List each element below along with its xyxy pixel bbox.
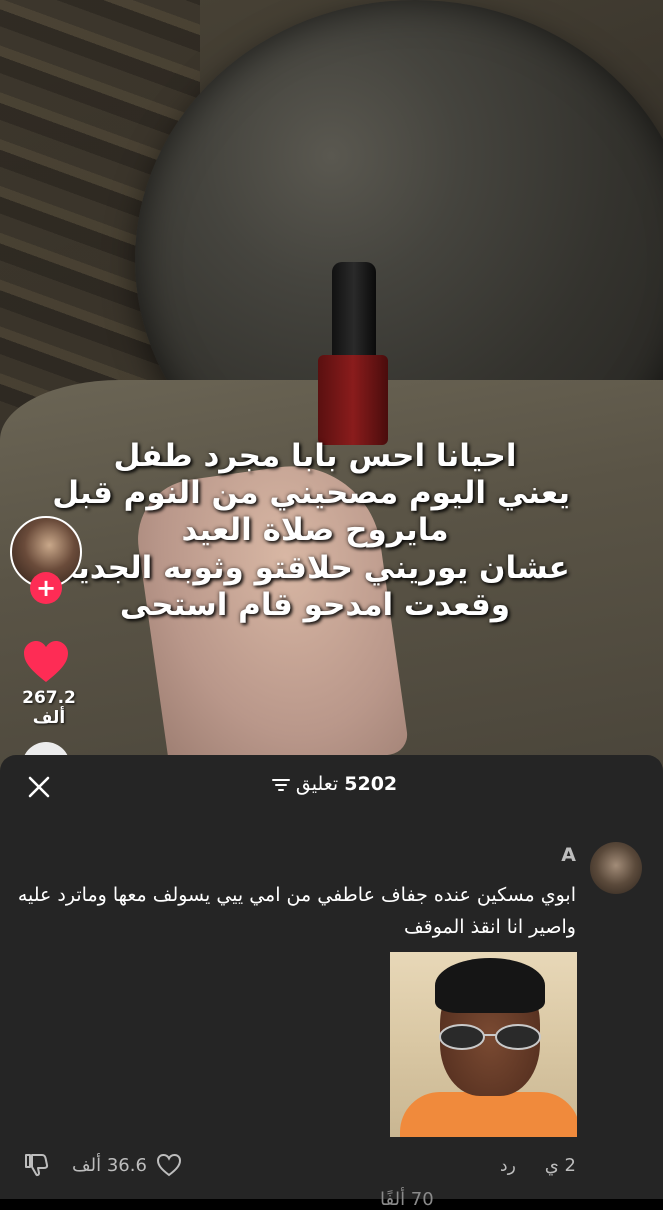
creator-avatar-group[interactable]: + (10, 516, 82, 604)
reply-button[interactable]: رد (500, 1156, 516, 1176)
comment-count-label: تعليق (295, 773, 339, 795)
heart-icon[interactable] (22, 640, 70, 684)
video-player[interactable]: احيانا احس بابا مجرد طفل يعني اليوم مصحي… (0, 0, 663, 780)
comment-username[interactable]: A (561, 844, 576, 866)
sunglasses-icon (439, 1024, 541, 1050)
caption-line: عشان يوريني حلاقتو وثوبه الجديد (60, 549, 570, 586)
follow-plus-icon[interactable]: + (30, 572, 62, 604)
comment-count: 5202 (344, 773, 398, 795)
comment-like-count: 36.6 ألف (72, 1155, 147, 1176)
caption-line: مايروح صلاة العيد (181, 512, 449, 549)
like-count: 267.2 ألف (22, 688, 76, 728)
like-heart-icon[interactable] (156, 1153, 182, 1177)
nail-polish-cap (332, 262, 376, 362)
video-caption: احيانا احس بابا مجرد طفل يعني اليوم مصحي… (52, 438, 570, 624)
comment-text: ابوي مسكين عنده جفاف عاطفي من امي ييي يس… (17, 884, 576, 938)
caption-line: وقعدت امدحو قام استحى (119, 586, 511, 623)
dislike-icon[interactable] (23, 1152, 49, 1178)
comment-avatar[interactable] (590, 842, 642, 894)
image-person-hair (435, 958, 545, 1013)
comments-sheet: 5202 تعليق A ابوي مسكين عنده جفاف عاطفي … (0, 755, 663, 1210)
image-person-shirt (400, 1092, 577, 1137)
caption-line: احيانا احس بابا مجرد طفل (113, 438, 517, 474)
nail-polish-bottle (318, 355, 388, 445)
comment-time: 2 ي (544, 1155, 576, 1176)
comment-attached-image[interactable] (390, 952, 577, 1137)
caption-line: يعني اليوم مصحيني من النوم قبل (52, 475, 570, 512)
comments-header: 5202 تعليق (0, 773, 663, 795)
sort-filter-icon[interactable] (271, 778, 290, 792)
next-comment-peek: 70 ألفًا (380, 1189, 434, 1210)
